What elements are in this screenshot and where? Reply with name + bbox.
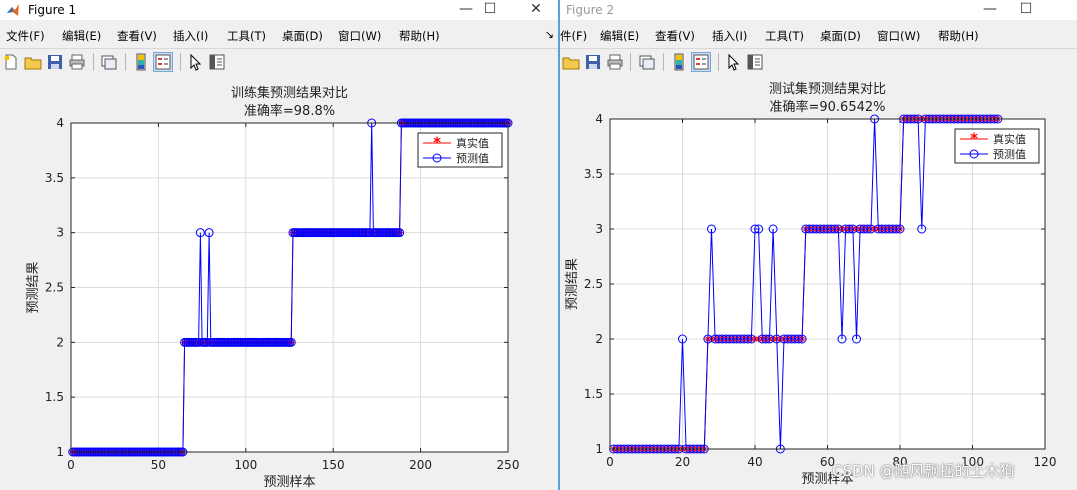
colorbar-icon[interactable] xyxy=(132,53,150,71)
x-tick-label: 0 xyxy=(606,455,614,469)
menu-help[interactable]: 帮助(H) xyxy=(399,28,440,44)
legend-icon[interactable] xyxy=(153,52,173,72)
legend-true-marker: * xyxy=(433,134,441,152)
chart-subtitle: 准确率=90.6542% xyxy=(769,99,885,115)
toolbar-separator xyxy=(93,53,94,71)
close-button[interactable]: ✕ xyxy=(518,0,554,20)
print-icon[interactable] xyxy=(606,53,624,71)
x-tick-label: 50 xyxy=(151,458,166,472)
y-tick-label: 1.5 xyxy=(584,387,603,401)
menu-window[interactable]: 窗口(W) xyxy=(338,28,381,44)
toolbar-separator xyxy=(630,53,631,71)
legend-true-label: 真实值 xyxy=(456,136,489,150)
x-tick-label: 150 xyxy=(322,458,345,472)
pointer-icon[interactable] xyxy=(186,53,204,71)
toolbar-separator xyxy=(718,53,719,71)
y-tick-label: 4 xyxy=(595,112,603,126)
y-axis-label: 预测结果 xyxy=(565,258,580,310)
chart-subtitle: 准确率=98.8% xyxy=(244,103,335,119)
save-icon[interactable] xyxy=(584,53,602,71)
legend-pred-label: 预测值 xyxy=(456,152,489,165)
y-tick-label: 1 xyxy=(595,442,603,456)
colorbar-icon[interactable] xyxy=(670,53,688,71)
x-tick-label: 250 xyxy=(497,458,520,472)
legend-true-marker: * xyxy=(970,130,978,148)
pointer-icon[interactable] xyxy=(724,53,742,71)
legend-icon[interactable] xyxy=(691,52,711,72)
legend: * 真实值预测值 xyxy=(954,128,1040,164)
menu-view[interactable]: 查看(V) xyxy=(655,28,695,44)
toolbar-separator xyxy=(125,53,126,71)
legend-true-label: 真实值 xyxy=(993,132,1026,146)
menu-insert[interactable]: 插入(I) xyxy=(173,28,208,44)
x-axis-label: 预测样本 xyxy=(263,475,315,490)
y-tick-label: 3 xyxy=(56,226,64,240)
open-folder-icon[interactable] xyxy=(562,53,580,71)
y-tick-label: 4 xyxy=(56,116,64,130)
figure-2-toolbar xyxy=(560,48,1077,75)
x-tick-label: 0 xyxy=(67,458,75,472)
legend: * 真实值预测值 xyxy=(417,132,503,168)
menu-insert[interactable]: 插入(I) xyxy=(712,28,747,44)
save-icon[interactable] xyxy=(46,53,64,71)
menu-overflow-arrow-icon[interactable]: ↘ xyxy=(545,28,554,41)
training-chart[interactable]: 0 50 100 150 200 250 1 1.5 2 2.5 3 3.5 4 训练集预测结果对比准确率… xyxy=(0,74,558,490)
x-tick-label: 120 xyxy=(1034,455,1057,469)
menu-file[interactable]: 文件(F) xyxy=(6,28,45,44)
figure-1-titlebar[interactable]: Figure 1 — ☐ ✕ xyxy=(0,0,558,20)
chart-title: 训练集预测结果对比 xyxy=(231,85,348,101)
x-tick-label: 40 xyxy=(747,455,762,469)
menu-desktop[interactable]: 桌面(D) xyxy=(820,28,861,44)
toolbar-separator xyxy=(180,53,181,71)
legend-pred-label: 预测值 xyxy=(993,148,1026,161)
menu-edit[interactable]: 编辑(E) xyxy=(62,28,101,44)
link-icon[interactable] xyxy=(638,53,656,71)
x-tick-label: 20 xyxy=(675,455,690,469)
maximize-button[interactable]: ☐ xyxy=(1008,0,1044,20)
y-axis-label: 预测结果 xyxy=(26,261,41,313)
toolbar-separator xyxy=(663,53,664,71)
figure-2-window: Figure 2 — ☐ 件(F) 编辑(E) 查看(V) 插入(I) 工具(T… xyxy=(560,0,1077,490)
property-editor-icon[interactable] xyxy=(208,53,226,71)
y-tick-label: 3.5 xyxy=(45,171,64,185)
figure-2-titlebar[interactable]: Figure 2 — ☐ xyxy=(560,0,1077,20)
y-tick-label: 1 xyxy=(56,445,64,459)
new-figure-icon[interactable] xyxy=(2,53,20,71)
menu-window[interactable]: 窗口(W) xyxy=(877,28,920,44)
test-chart[interactable]: 0 20 40 60 80 100 12011.522.533.54测试集预测结果对比准确率… xyxy=(560,74,1077,490)
y-tick-label: 3.5 xyxy=(584,167,603,181)
y-tick-label: 2.5 xyxy=(584,277,603,291)
x-tick-label: 100 xyxy=(234,458,257,472)
watermark: CSDN @随风飘摇的土木狗 xyxy=(832,462,1015,480)
menu-tools[interactable]: 工具(T) xyxy=(765,28,804,44)
menu-desktop[interactable]: 桌面(D) xyxy=(282,28,323,44)
y-tick-label: 2.5 xyxy=(45,281,64,295)
link-icon[interactable] xyxy=(100,53,118,71)
y-tick-label: 2 xyxy=(595,332,603,346)
figure-1-title: Figure 1 xyxy=(28,3,77,17)
menu-edit[interactable]: 编辑(E) xyxy=(600,28,639,44)
figure-2-title: Figure 2 xyxy=(566,3,615,17)
menu-tools[interactable]: 工具(T) xyxy=(227,28,266,44)
property-editor-icon[interactable] xyxy=(746,53,764,71)
minimize-button[interactable]: — xyxy=(972,0,1008,20)
print-icon[interactable] xyxy=(68,53,86,71)
figure-2-menubar: 件(F) 编辑(E) 查看(V) 插入(I) 工具(T) 桌面(D) 窗口(W)… xyxy=(560,25,1077,45)
y-tick-label: 3 xyxy=(595,222,603,236)
maximize-button[interactable]: ☐ xyxy=(472,0,508,20)
figure-1-toolbar xyxy=(0,48,558,75)
menu-help[interactable]: 帮助(H) xyxy=(938,28,979,44)
chart-title: 测试集预测结果对比 xyxy=(769,81,886,97)
y-tick-label: 2 xyxy=(56,335,64,349)
open-folder-icon[interactable] xyxy=(24,53,42,71)
figure-1-window: Figure 1 — ☐ ✕ 文件(F) 编辑(E) 查看(V) 插入(I) 工… xyxy=(0,0,558,490)
figure-1-menubar: 文件(F) 编辑(E) 查看(V) 插入(I) 工具(T) 桌面(D) 窗口(W… xyxy=(0,25,558,45)
x-tick-label: 200 xyxy=(409,458,432,472)
matlab-logo-icon xyxy=(7,4,19,16)
y-tick-label: 1.5 xyxy=(45,390,64,404)
menu-view[interactable]: 查看(V) xyxy=(117,28,157,44)
menu-file[interactable]: 件(F) xyxy=(560,28,587,44)
